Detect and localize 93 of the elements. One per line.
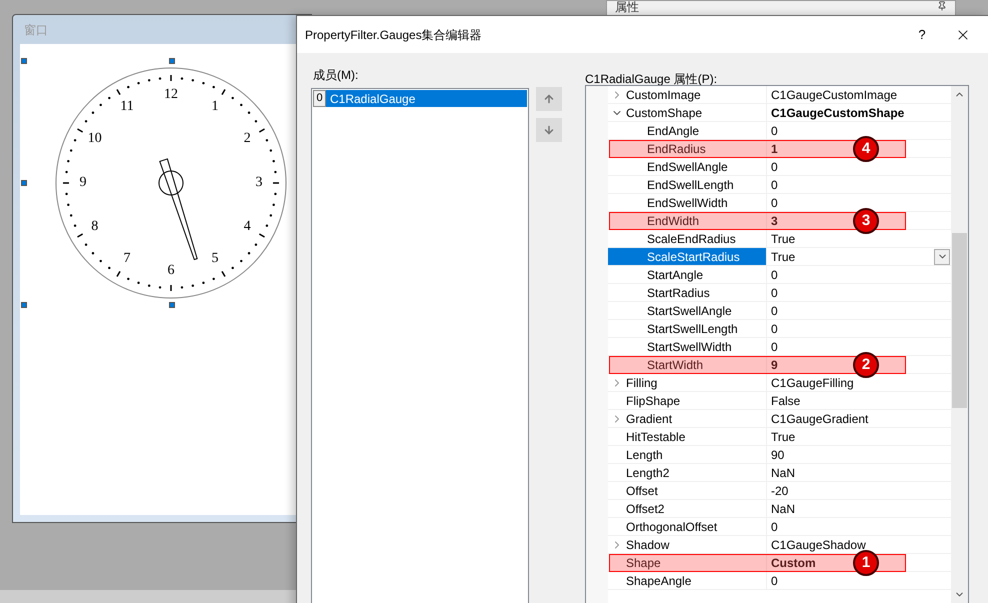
- dialog-title: PropertyFilter.Gauges集合编辑器: [305, 26, 482, 44]
- property-value[interactable]: 0: [771, 518, 778, 536]
- window-title: 窗口: [24, 22, 48, 38]
- member-name: C1RadialGauge: [329, 90, 416, 108]
- dial-number: 7: [124, 252, 130, 266]
- property-name[interactable]: Shape: [608, 554, 767, 571]
- selection-handle[interactable]: [21, 58, 27, 64]
- property-value[interactable]: 0: [771, 122, 778, 140]
- property-name[interactable]: OrthogonalOffset: [608, 518, 767, 535]
- property-value[interactable]: NaN: [771, 464, 796, 482]
- member-index: 0: [313, 90, 326, 107]
- property-value[interactable]: 0: [771, 194, 778, 212]
- move-down-button[interactable]: [536, 118, 562, 142]
- property-name[interactable]: Length: [608, 446, 767, 463]
- property-name[interactable]: EndSwellAngle: [608, 158, 767, 175]
- members-label: 成员(M):: [312, 67, 360, 84]
- dial-number: 9: [80, 176, 86, 190]
- property-value[interactable]: 0: [771, 320, 778, 338]
- property-name[interactable]: EndAngle: [608, 122, 767, 139]
- property-value[interactable]: True: [771, 230, 796, 248]
- dial-number: 10: [88, 132, 102, 146]
- property-value[interactable]: 0: [771, 338, 778, 356]
- property-value[interactable]: 0: [771, 302, 778, 320]
- property-name[interactable]: StartAngle: [608, 266, 767, 283]
- property-value[interactable]: 3: [771, 212, 778, 230]
- property-name[interactable]: ScaleStartRadius: [608, 248, 767, 265]
- dial-number: 5: [212, 252, 218, 266]
- property-name[interactable]: FlipShape: [608, 392, 767, 409]
- dial-number: 6: [168, 264, 174, 278]
- property-value[interactable]: False: [771, 392, 800, 410]
- property-value[interactable]: 0: [771, 266, 778, 284]
- property-value[interactable]: C1GaugeGradient: [771, 410, 868, 428]
- dropdown-button[interactable]: [934, 248, 950, 264]
- property-name[interactable]: StartRadius: [608, 284, 767, 301]
- property-name[interactable]: EndSwellLength: [608, 176, 767, 193]
- property-name[interactable]: StartSwellWidth: [608, 338, 767, 355]
- callout-badge: 1: [853, 550, 879, 576]
- dial-number: 1: [212, 100, 218, 114]
- callout-badge: 4: [853, 136, 879, 162]
- property-value[interactable]: 9: [771, 356, 778, 374]
- property-name[interactable]: ShapeAngle: [608, 572, 767, 589]
- property-value[interactable]: C1GaugeCustomShape: [771, 104, 904, 122]
- dial-number: 11: [120, 100, 134, 114]
- dial-number: 4: [244, 220, 251, 234]
- property-name[interactable]: StartWidth: [608, 356, 767, 373]
- properties-label: C1RadialGauge 属性(P):: [585, 71, 718, 88]
- selection-handle[interactable]: [169, 302, 175, 308]
- up-arrow-icon: [543, 93, 555, 105]
- property-value[interactable]: 0: [771, 158, 778, 176]
- property-value[interactable]: 0: [771, 284, 778, 302]
- property-name[interactable]: EndRadius: [608, 140, 767, 157]
- property-name[interactable]: HitTestable: [608, 428, 767, 445]
- property-name[interactable]: EndSwellWidth: [608, 194, 767, 211]
- selection-handle[interactable]: [169, 58, 175, 64]
- property-name[interactable]: StartSwellAngle: [608, 302, 767, 319]
- property-value[interactable]: 0: [771, 176, 778, 194]
- property-value[interactable]: True: [771, 428, 796, 446]
- property-name[interactable]: Length2: [608, 464, 767, 481]
- property-name[interactable]: StartSwellLength: [608, 320, 767, 337]
- member-item[interactable]: 0 C1RadialGauge: [313, 90, 527, 107]
- move-up-button[interactable]: [536, 87, 562, 111]
- property-name[interactable]: ScaleEndRadius: [608, 230, 767, 247]
- selection-handle[interactable]: [21, 180, 27, 186]
- selection-handle[interactable]: [21, 302, 27, 308]
- property-name[interactable]: Shadow: [608, 536, 767, 553]
- scrollbar[interactable]: [951, 86, 968, 603]
- panel-title: 属性: [615, 1, 639, 13]
- property-name[interactable]: Gradient: [608, 410, 767, 427]
- dial-number: 3: [256, 176, 262, 190]
- dial-number: 2: [244, 132, 251, 146]
- dial-number: 8: [91, 220, 98, 234]
- callout-badge: 2: [853, 352, 879, 378]
- property-value[interactable]: 1: [771, 140, 778, 158]
- property-value[interactable]: C1GaugeCustomImage: [771, 86, 898, 104]
- property-value[interactable]: NaN: [771, 500, 796, 518]
- scroll-thumb[interactable]: [952, 233, 967, 408]
- property-name[interactable]: Filling: [608, 374, 767, 391]
- property-name[interactable]: Offset: [608, 482, 767, 499]
- property-name[interactable]: Offset2: [608, 500, 767, 517]
- property-name[interactable]: EndWidth: [608, 212, 767, 229]
- property-value[interactable]: Custom: [771, 554, 816, 572]
- property-value[interactable]: 90: [771, 446, 784, 464]
- callout-badge: 3: [853, 208, 879, 234]
- property-name[interactable]: CustomShape: [608, 104, 767, 121]
- help-button[interactable]: ?: [907, 24, 937, 44]
- pin-icon[interactable]: [937, 1, 947, 11]
- property-value[interactable]: C1GaugeFilling: [771, 374, 854, 392]
- property-value[interactable]: -20: [771, 482, 788, 500]
- dial-number: 12: [164, 88, 178, 102]
- property-value[interactable]: True: [771, 248, 796, 266]
- property-value[interactable]: 0: [771, 572, 778, 590]
- property-name[interactable]: CustomImage: [608, 86, 767, 103]
- down-arrow-icon: [543, 124, 555, 136]
